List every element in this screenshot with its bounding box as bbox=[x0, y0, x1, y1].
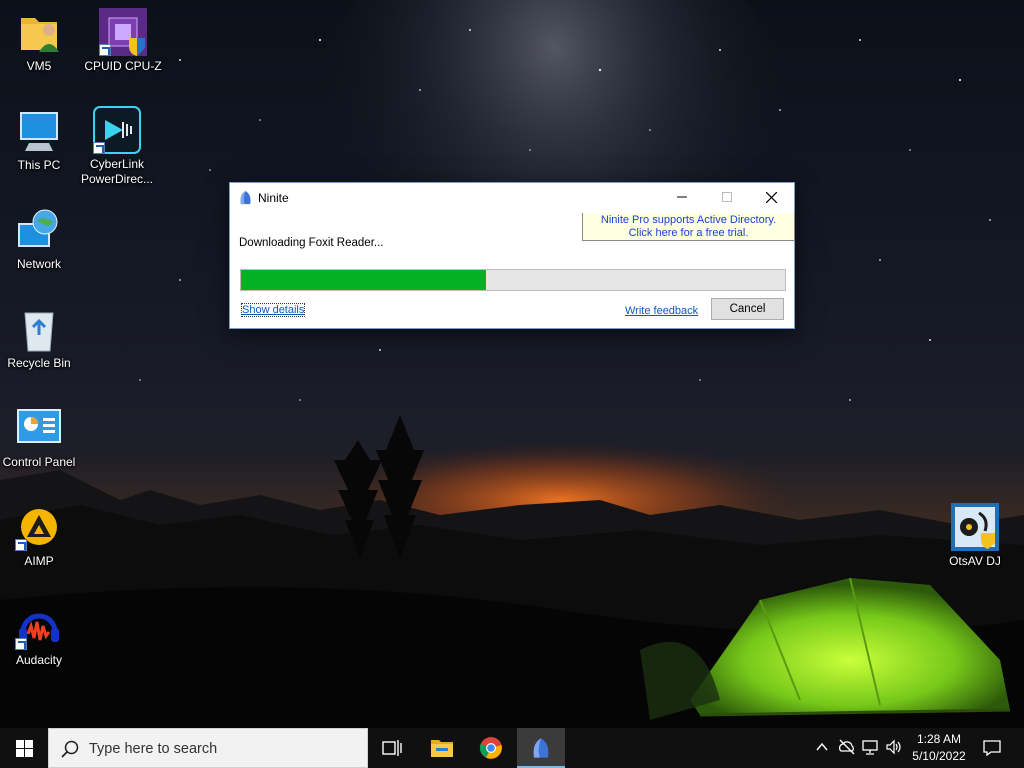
network-status-icon[interactable] bbox=[862, 738, 880, 756]
desktop-icon-label: Control Panel bbox=[2, 455, 76, 469]
taskbar-ninite[interactable] bbox=[517, 728, 565, 768]
ninite-pro-promo-link[interactable]: Ninite Pro supports Active Directory. Cl… bbox=[582, 213, 795, 241]
desktop-icon-label: This PC bbox=[17, 158, 61, 172]
desktop-icon-label: CyberLink PowerDirec... bbox=[80, 157, 154, 186]
minimize-button[interactable] bbox=[659, 183, 704, 211]
desktop-icon-label: VM5 bbox=[26, 59, 52, 73]
maximize-icon bbox=[721, 192, 732, 202]
taskbar-search-box[interactable]: Type here to search bbox=[48, 728, 368, 768]
desktop-icon-label: CPUID CPU-Z bbox=[84, 59, 162, 73]
progress-fill bbox=[241, 270, 486, 290]
desktop-icon-this-pc[interactable]: This PC bbox=[0, 107, 78, 173]
close-button[interactable] bbox=[749, 183, 794, 211]
system-clock[interactable]: 1:28 AM 5/10/2022 bbox=[905, 731, 973, 765]
taskbar-chrome[interactable] bbox=[467, 728, 515, 768]
clock-time: 1:28 AM bbox=[916, 732, 962, 746]
windows-logo-icon bbox=[15, 739, 33, 757]
aimp-icon bbox=[15, 503, 63, 551]
promo-line-2: Click here for a free trial. bbox=[628, 227, 749, 239]
chrome-icon bbox=[479, 737, 502, 759]
minimize-icon bbox=[676, 196, 687, 198]
clock-date: 5/10/2022 bbox=[912, 749, 966, 763]
close-icon bbox=[766, 191, 777, 203]
desktop-icon-label: Audacity bbox=[15, 653, 63, 667]
download-progress-bar bbox=[240, 269, 786, 291]
desktop-icon-label: AIMP bbox=[24, 554, 54, 568]
search-placeholder: Type here to search bbox=[89, 741, 218, 757]
task-view-icon bbox=[382, 740, 402, 756]
promo-line-1: Ninite Pro supports Active Directory. bbox=[600, 214, 777, 226]
control-panel-icon bbox=[15, 404, 63, 452]
desktop-icon-label: Network bbox=[16, 257, 61, 271]
shortcut-arrow-icon bbox=[99, 44, 111, 56]
start-button[interactable] bbox=[0, 728, 48, 768]
search-icon bbox=[61, 740, 79, 758]
desktop-icon-label: Recycle Bin bbox=[7, 356, 71, 370]
desktop-icon-powerdirector[interactable]: CyberLink PowerDirec... bbox=[78, 106, 156, 187]
powerdirector-icon bbox=[93, 106, 141, 154]
dialog-title: Ninite bbox=[258, 191, 289, 205]
shortcut-arrow-icon bbox=[15, 638, 27, 650]
show-details-link[interactable]: Show details bbox=[240, 303, 306, 317]
ninite-dialog: Ninite Ninite Pro supports Active Direct… bbox=[229, 182, 795, 329]
desktop-icon-network[interactable]: Network bbox=[0, 206, 78, 272]
otsav-dj-icon bbox=[951, 503, 999, 551]
taskbar: Type here to search 1:28 AM 5/10/2022 bbox=[0, 728, 1024, 768]
folder-user-icon bbox=[15, 8, 63, 56]
shortcut-arrow-icon bbox=[15, 539, 27, 551]
download-status-text: Downloading Foxit Reader... bbox=[239, 237, 384, 249]
desktop-icon-control-panel[interactable]: Control Panel bbox=[0, 404, 78, 470]
taskbar-file-explorer[interactable] bbox=[418, 728, 466, 768]
notification-icon bbox=[983, 740, 1001, 757]
desktop-icon-otsav-dj[interactable]: OtsAV DJ bbox=[936, 503, 1014, 569]
volume-icon[interactable] bbox=[885, 738, 903, 756]
cancel-button[interactable]: Cancel bbox=[711, 298, 784, 320]
computer-icon bbox=[15, 107, 63, 155]
ninite-logo-icon bbox=[533, 738, 549, 758]
dialog-titlebar[interactable]: Ninite bbox=[230, 183, 794, 213]
file-explorer-icon bbox=[431, 740, 453, 757]
cpuz-icon bbox=[99, 8, 147, 56]
chevron-up-icon[interactable] bbox=[816, 742, 828, 752]
write-feedback-link[interactable]: Write feedback bbox=[625, 305, 698, 317]
network-globe-icon bbox=[15, 206, 63, 254]
desktop-icon-recycle-bin[interactable]: Recycle Bin bbox=[0, 305, 78, 371]
onedrive-offline-icon[interactable] bbox=[838, 738, 856, 756]
ninite-logo-icon bbox=[238, 190, 253, 210]
desktop-icon-audacity[interactable]: Audacity bbox=[0, 602, 78, 668]
desktop-icon-label: OtsAV DJ bbox=[949, 554, 1001, 568]
maximize-button[interactable] bbox=[704, 183, 749, 211]
desktop-icon-vm5[interactable]: VM5 bbox=[0, 8, 78, 74]
action-center-button[interactable] bbox=[976, 728, 1008, 768]
recycle-bin-icon bbox=[15, 305, 63, 353]
shortcut-arrow-icon bbox=[93, 142, 105, 154]
audacity-icon bbox=[15, 602, 63, 650]
task-view-button[interactable] bbox=[368, 728, 416, 768]
desktop-icon-cpuz[interactable]: CPUID CPU-Z bbox=[84, 8, 162, 74]
desktop-icon-aimp[interactable]: AIMP bbox=[0, 503, 78, 569]
